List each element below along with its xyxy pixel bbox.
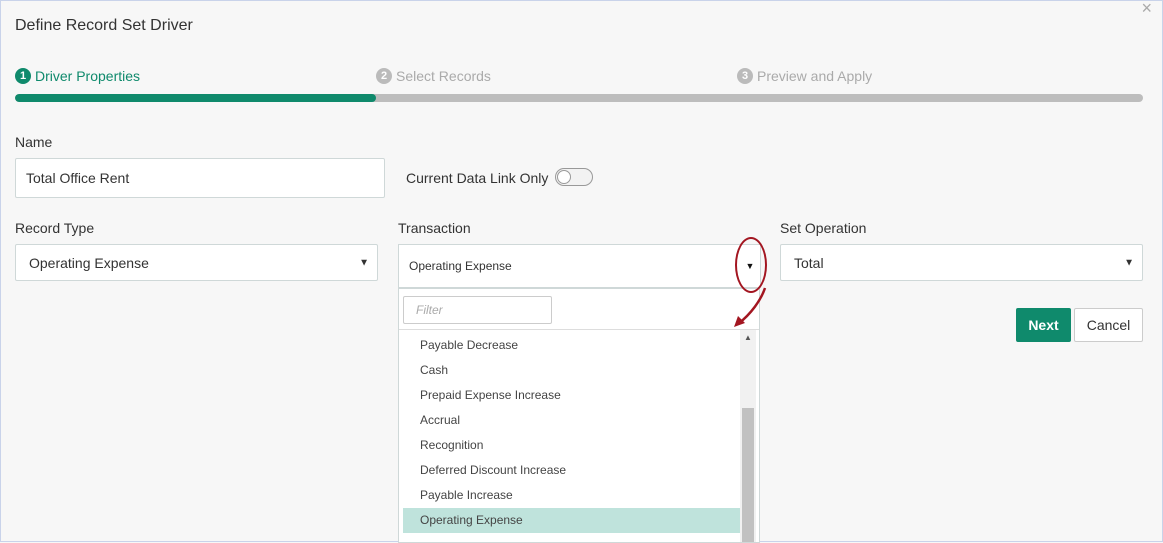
step-label: Driver Properties bbox=[35, 68, 141, 84]
list-item[interactable]: Prepaid Expense Increase bbox=[403, 383, 740, 408]
close-icon[interactable]: × bbox=[1141, 0, 1152, 17]
record-type-value: Operating Expense bbox=[29, 254, 149, 271]
step-driver-properties[interactable]: 1 Driver Properties bbox=[15, 68, 140, 84]
transaction-value: Operating Expense bbox=[409, 259, 512, 273]
transaction-select[interactable]: Operating Expense ▼ bbox=[398, 244, 761, 288]
record-type-select[interactable]: Operating Expense ▼ bbox=[15, 244, 378, 281]
divider bbox=[399, 329, 759, 330]
list-item[interactable]: Payable Decrease bbox=[403, 333, 740, 358]
next-button[interactable]: Next bbox=[1016, 308, 1071, 342]
wizard-progress-bar bbox=[15, 94, 1143, 102]
list-item[interactable]: Cash bbox=[403, 358, 740, 383]
transaction-label: Transaction bbox=[398, 220, 471, 236]
toggle-knob bbox=[557, 170, 571, 184]
list-item[interactable]: Deferred Discount Increase bbox=[403, 458, 740, 483]
name-input[interactable]: Total Office Rent bbox=[15, 158, 385, 198]
step-number: 3 bbox=[737, 68, 753, 84]
option-list: Payable Decrease Cash Prepaid Expense In… bbox=[403, 333, 740, 533]
record-type-label: Record Type bbox=[15, 220, 95, 236]
list-item[interactable]: Operating Expense bbox=[403, 508, 740, 533]
step-label: Select Records bbox=[396, 68, 491, 84]
set-operation-label: Set Operation bbox=[780, 220, 867, 236]
annotation-circle bbox=[735, 237, 767, 293]
step-number: 2 bbox=[376, 68, 392, 84]
scroll-up-icon[interactable]: ▲ bbox=[740, 330, 756, 344]
scrollbar[interactable]: ▲ bbox=[740, 330, 756, 542]
annotation-arrow-icon bbox=[734, 287, 767, 327]
step-preview-and-apply[interactable]: 3 Preview and Apply bbox=[737, 68, 872, 84]
current-data-link-toggle[interactable] bbox=[555, 168, 593, 186]
scrollbar-thumb[interactable] bbox=[742, 408, 754, 542]
step-select-records[interactable]: 2 Select Records bbox=[376, 68, 491, 84]
chevron-down-icon: ▼ bbox=[359, 257, 369, 268]
name-label: Name bbox=[15, 134, 53, 150]
wizard-progress-fill bbox=[15, 94, 376, 102]
step-number: 1 bbox=[15, 68, 31, 84]
transaction-dropdown-panel: Filter Payable Decrease Cash Prepaid Exp… bbox=[398, 288, 760, 543]
cancel-button[interactable]: Cancel bbox=[1074, 308, 1143, 342]
define-record-set-driver-dialog: Define Record Set Driver × 1 Driver Prop… bbox=[0, 0, 1163, 543]
set-operation-select[interactable]: Total ▼ bbox=[780, 244, 1143, 281]
chevron-down-icon: ▼ bbox=[1124, 257, 1134, 268]
filter-input[interactable]: Filter bbox=[403, 296, 552, 324]
list-item[interactable]: Accrual bbox=[403, 408, 740, 433]
list-item[interactable]: Recognition bbox=[403, 433, 740, 458]
current-data-link-label: Current Data Link Only bbox=[406, 170, 549, 186]
list-item[interactable]: Payable Increase bbox=[403, 483, 740, 508]
step-label: Preview and Apply bbox=[757, 68, 873, 84]
dialog-title: Define Record Set Driver bbox=[15, 17, 193, 34]
set-operation-value: Total bbox=[794, 254, 824, 271]
